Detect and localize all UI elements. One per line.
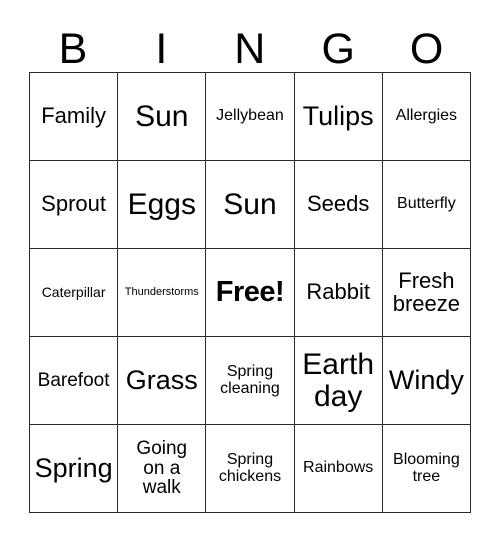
bingo-cell-label: Blooming tree [393, 450, 460, 485]
bingo-cell-label: Rabbit [306, 279, 370, 305]
bingo-cell[interactable]: Barefoot [28, 336, 119, 425]
bingo-row: Caterpillar Thunderstorms Free! Rabbit F… [28, 248, 472, 337]
bingo-header-letter-i: I [155, 25, 168, 73]
bingo-row: Sprout Eggs Sun Seeds Butterfly [28, 160, 472, 249]
bingo-cell-label: Spring [34, 453, 113, 484]
bingo-cell[interactable]: Rabbit [293, 248, 383, 337]
bingo-cell[interactable]: Sun [205, 160, 295, 249]
bingo-cell-label: Going on a walk [136, 437, 188, 499]
bingo-cell[interactable]: Going on a walk [117, 424, 207, 513]
bingo-free-cell[interactable]: Free! [205, 248, 295, 337]
bingo-header-letter-n: N [234, 25, 266, 73]
bingo-cell[interactable]: Spring chickens [205, 424, 295, 513]
bingo-cell-label: Grass [125, 365, 198, 396]
bingo-grid: Family Sun Jellybean Tulips Allergies Sp… [28, 72, 472, 513]
bingo-header-letter-o: O [409, 25, 444, 73]
bingo-cell-label: Barefoot [37, 369, 110, 391]
bingo-cell-label: Fresh breeze [392, 267, 461, 316]
bingo-cell-label: Sun [135, 99, 189, 133]
bingo-cell-label: Rainbows [303, 459, 374, 477]
bingo-cell-label: Windy [388, 365, 464, 396]
bingo-cell[interactable]: Jellybean [205, 72, 295, 161]
bingo-free-label: Free! [215, 276, 285, 309]
bingo-cell[interactable]: Butterfly [381, 160, 472, 249]
bingo-cell[interactable]: Tulips [293, 72, 383, 161]
bingo-cell-label: Sun [223, 187, 277, 221]
bingo-card: B I N G O Family Sun Jellybean Tulips Al… [28, 12, 472, 513]
bingo-cell[interactable]: Family [28, 72, 119, 161]
bingo-header-letter-b: B [58, 25, 88, 73]
bingo-cell-label: Thunderstorms [124, 285, 199, 298]
bingo-cell-label: Jellybean [216, 107, 284, 125]
bingo-cell-label: Butterfly [397, 195, 456, 213]
bingo-cell-label: Tulips [302, 101, 374, 132]
bingo-row: Spring Going on a walk Spring chickens R… [28, 424, 472, 513]
bingo-header-row: B I N G O [29, 12, 471, 72]
bingo-cell[interactable]: Earth day [293, 336, 383, 425]
bingo-cell[interactable]: Sun [117, 72, 207, 161]
bingo-cell[interactable]: Fresh breeze [381, 248, 472, 337]
bingo-cell[interactable]: Blooming tree [381, 424, 472, 513]
bingo-cell-label: Caterpillar [41, 284, 106, 301]
bingo-cell-label: Spring cleaning [220, 362, 280, 397]
bingo-cell-label: Eggs [127, 187, 196, 221]
bingo-row: Barefoot Grass Spring cleaning Earth day… [28, 336, 472, 425]
bingo-cell[interactable]: Caterpillar [28, 248, 119, 337]
bingo-cell[interactable]: Seeds [293, 160, 383, 249]
bingo-cell[interactable]: Grass [117, 336, 207, 425]
bingo-cell[interactable]: Sprout [28, 160, 119, 249]
bingo-cell[interactable]: Eggs [117, 160, 207, 249]
bingo-cell[interactable]: Spring [28, 424, 119, 513]
bingo-cell[interactable]: Thunderstorms [117, 248, 207, 337]
bingo-cell-label: Allergies [395, 107, 458, 125]
bingo-cell[interactable]: Windy [381, 336, 472, 425]
bingo-header-letter-g: G [321, 25, 356, 73]
bingo-row: Family Sun Jellybean Tulips Allergies [28, 72, 472, 161]
bingo-cell[interactable]: Rainbows [293, 424, 383, 513]
bingo-cell-label: Sprout [41, 191, 106, 217]
bingo-cell[interactable]: Allergies [381, 72, 472, 161]
bingo-cell-label: Seeds [306, 191, 370, 217]
bingo-cell-label: Family [41, 103, 106, 129]
bingo-cell-label: Earth day [302, 348, 375, 413]
bingo-cell[interactable]: Spring cleaning [205, 336, 295, 425]
bingo-cell-label: Spring chickens [218, 450, 282, 485]
